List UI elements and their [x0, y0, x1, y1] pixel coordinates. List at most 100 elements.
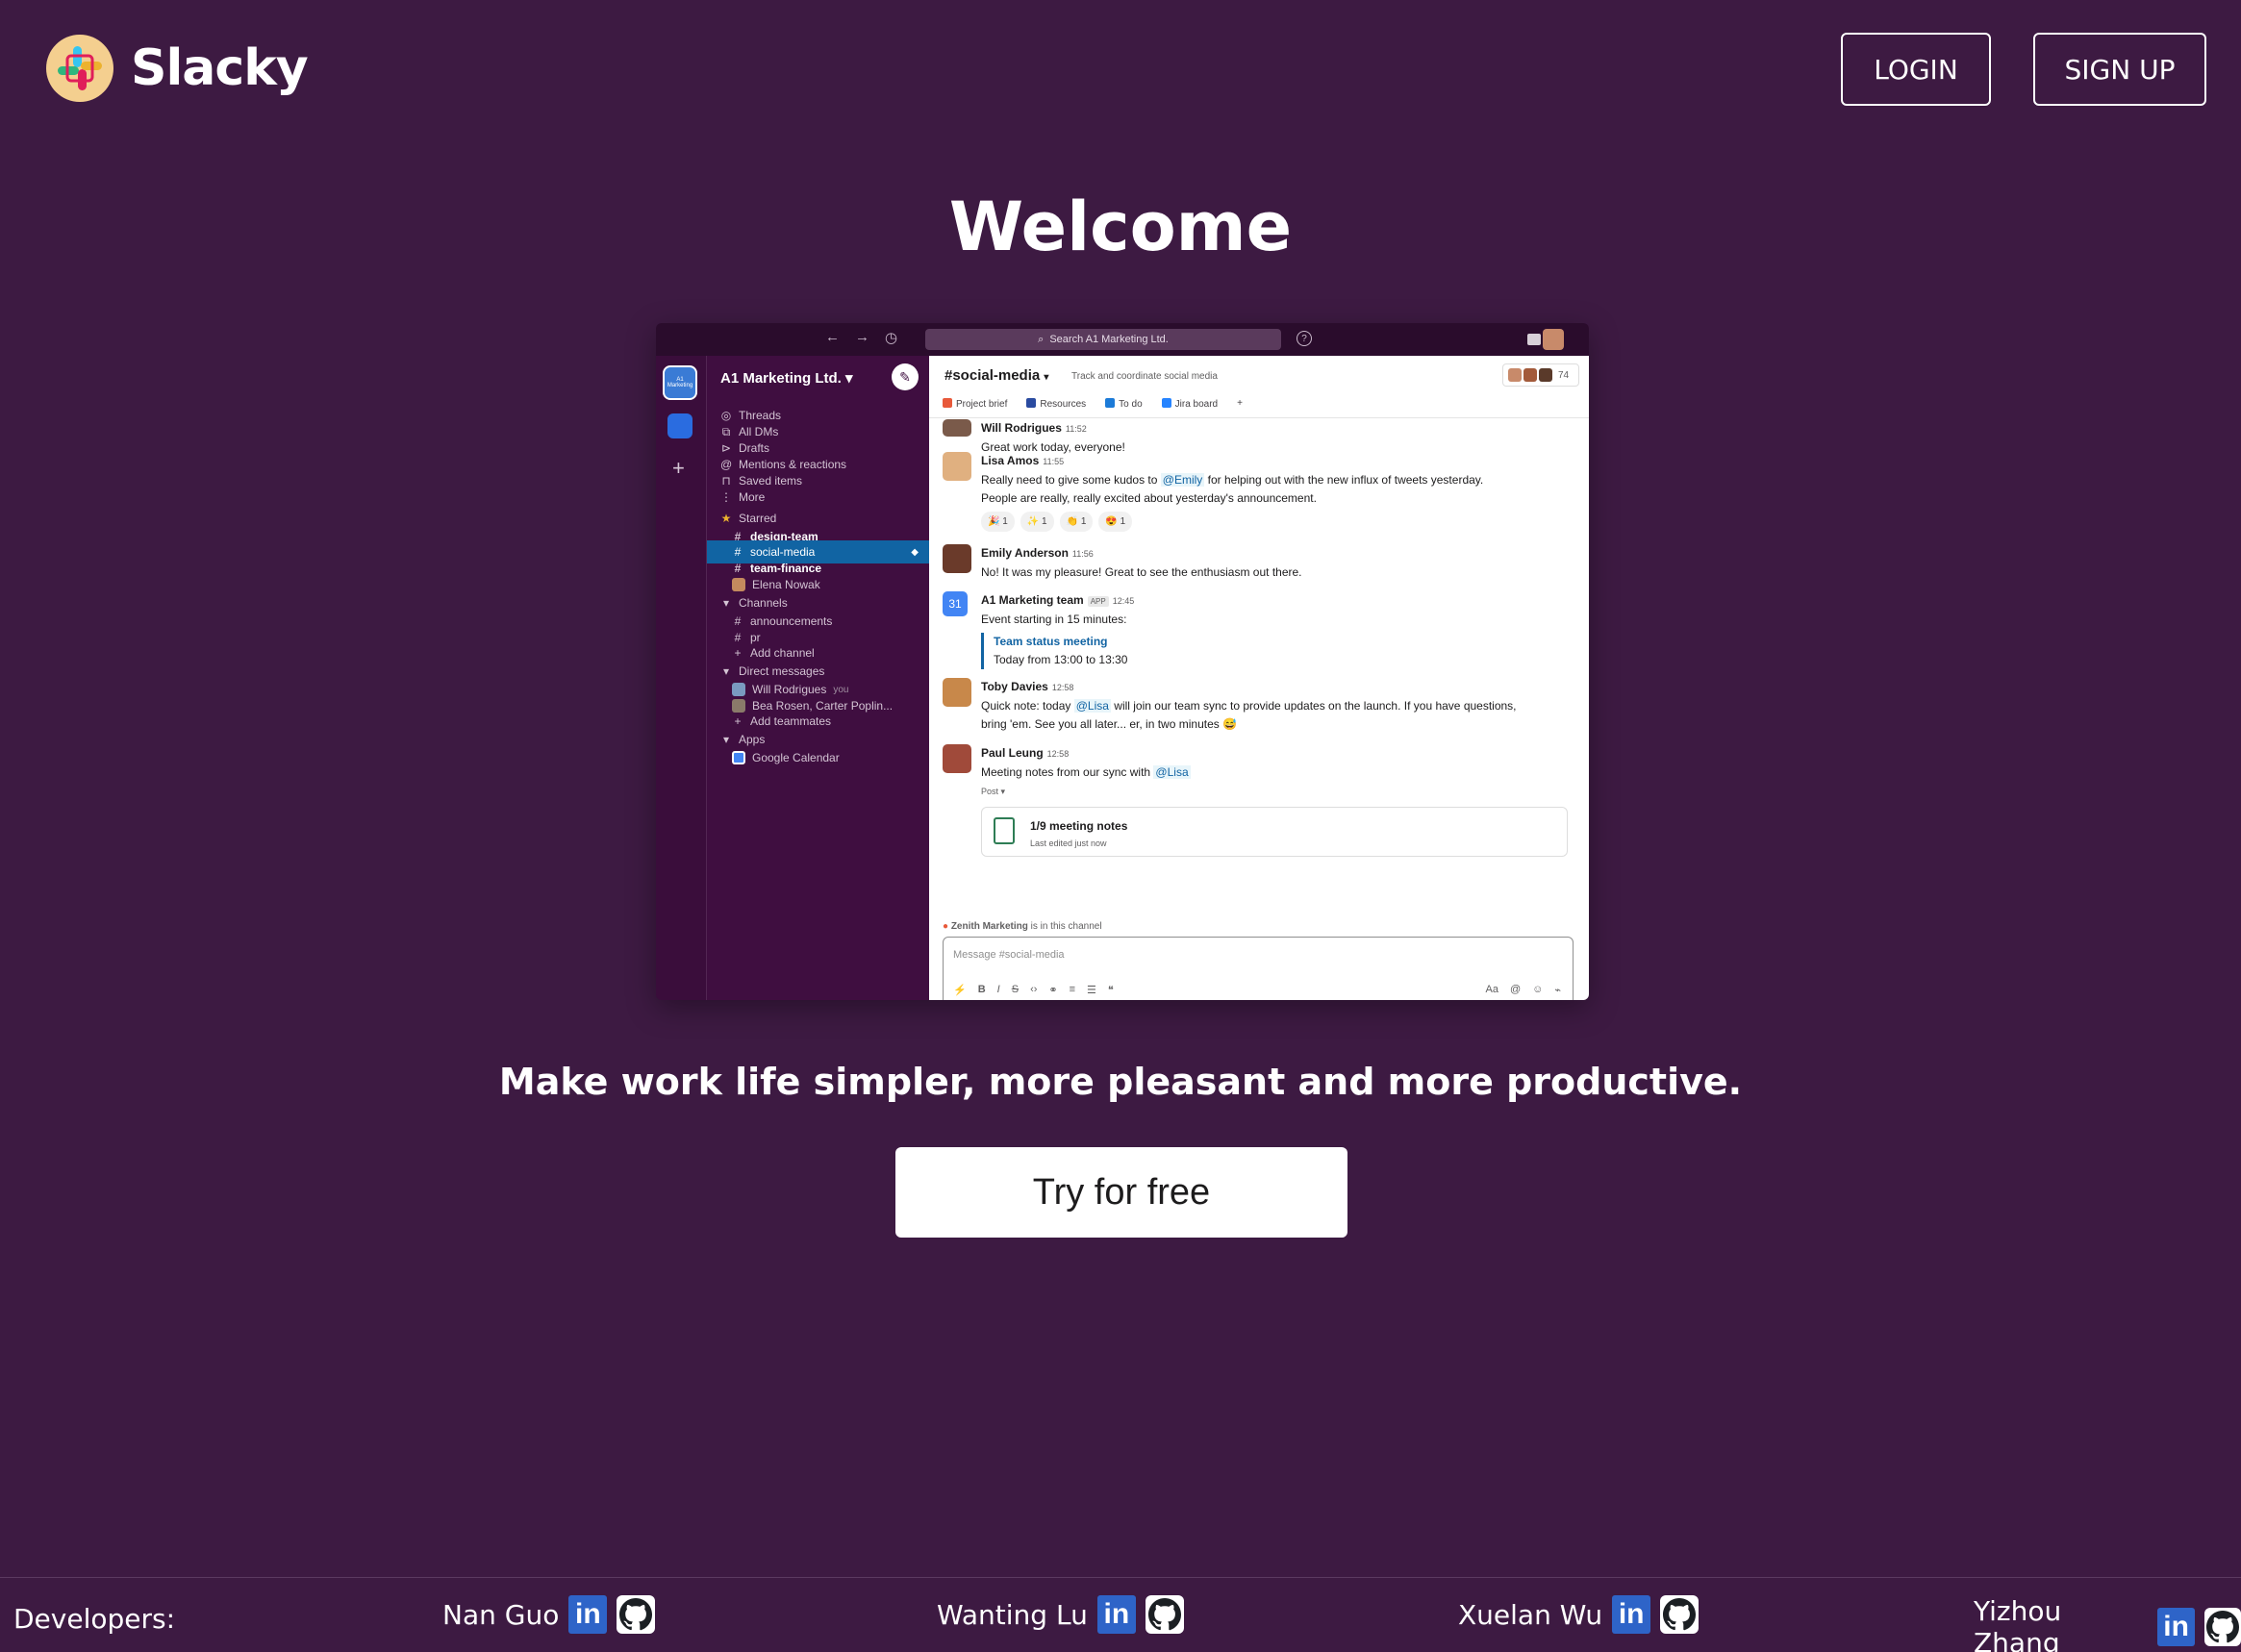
emoji-icon: ☺	[1532, 984, 1544, 995]
preview-search-bar: ⌕ Search A1 Marketing Ltd.	[925, 329, 1281, 350]
developer-entry: Yizhou Zhang in	[1974, 1595, 2241, 1652]
link-icon: ⚭	[1048, 985, 1058, 996]
avatar	[943, 744, 971, 773]
workspace-rail: A1 Marketing +	[656, 356, 706, 1000]
italic-icon: I	[996, 984, 1000, 995]
preview-channel-view: #social-media ▾ Track and coordinate soc…	[929, 356, 1589, 1000]
avatar	[732, 578, 745, 591]
app-preview-image: ← → ◷ ⌕ Search A1 Marketing Ltd. ? A1 Ma…	[656, 323, 1589, 1000]
tagline: Make work life simpler, more pleasant an…	[498, 1061, 1743, 1103]
bold-icon: B	[977, 984, 986, 995]
github-icon[interactable]	[2203, 1608, 2241, 1646]
reaction: 👏 1	[1059, 512, 1094, 532]
tab-resources: Resources	[1026, 398, 1086, 410]
plus-icon: +	[734, 714, 742, 728]
bullet-list-icon: ☰	[1087, 985, 1096, 996]
developer-entry: Xuelan Wu in	[1458, 1595, 1700, 1634]
huddle-icon: ◆	[911, 546, 919, 558]
linkedin-icon[interactable]: in	[568, 1595, 608, 1634]
member-count: 74	[1502, 363, 1579, 387]
caret-down-icon: ▾	[722, 733, 730, 746]
divider	[929, 417, 1589, 418]
strike-icon: S	[1011, 984, 1020, 995]
message-composer: Message #social-media ⚡ B I S ‹› ⚭ ≡ ☰ ❝ Aa @ ☺ ⌁	[943, 937, 1574, 1000]
canvas-icon	[943, 398, 952, 408]
tab-to-do: To do	[1105, 398, 1143, 410]
jira-icon	[1161, 398, 1171, 408]
caret-down-icon: ▾	[722, 596, 730, 610]
trello-icon	[1105, 398, 1116, 408]
avatar	[943, 678, 971, 707]
preview-sidebar: A1 Marketing Ltd. ▾ ✎ ◎ Threads ⧉ All DMs …	[706, 356, 930, 1000]
help-icon: ?	[1297, 331, 1312, 346]
github-icon[interactable]	[1145, 1595, 1184, 1634]
folder-icon	[1026, 398, 1037, 408]
github-icon[interactable]	[617, 1595, 656, 1634]
sidebar-app-google-calendar: Google Calendar	[707, 746, 930, 769]
tab-jira-board: Jira board	[1161, 398, 1218, 410]
linkedin-icon[interactable]: in	[2157, 1608, 2195, 1646]
avatar	[943, 452, 971, 481]
site-header: Slacky LOGIN SIGN UP	[0, 0, 2241, 144]
workspace-icon: A1 Marketing	[663, 365, 697, 400]
formatting-toolbar: ⚡ B I S ‹› ⚭ ≡ ☰ ❝	[953, 984, 1114, 996]
font-icon: Aa	[1485, 984, 1498, 995]
login-button[interactable]: LOGIN	[1841, 33, 1991, 106]
try-for-free-button[interactable]: Try for free	[895, 1147, 1347, 1238]
second-workspace-icon	[667, 413, 692, 438]
channel-description: Track and coordinate social media	[1071, 371, 1218, 382]
document-icon	[994, 817, 1015, 844]
in-channel-notice: ● Zenith Marketing is in this channel	[943, 921, 1102, 932]
event-card: Team status meeting Today from 13:00 to …	[981, 633, 1577, 669]
sidebar-item-more: ⋮ More	[720, 490, 766, 504]
workspace-name: A1 Marketing Ltd. ▾	[720, 370, 853, 387]
developer-entry: Wanting Lu in	[937, 1595, 1184, 1634]
more-icon: ⋮	[720, 490, 732, 504]
search-placeholder: Search A1 Marketing Ltd.	[1049, 334, 1169, 345]
developer-name: Nan Guo	[442, 1598, 560, 1631]
avatar	[1523, 368, 1537, 382]
signup-button[interactable]: SIGN UP	[2033, 33, 2206, 106]
preview-topbar: ← → ◷ ⌕ Search A1 Marketing Ltd. ?	[656, 323, 1589, 356]
plus-icon: +	[734, 646, 742, 660]
linkedin-icon[interactable]: in	[1612, 1595, 1651, 1634]
reaction: ✨ 1	[1020, 512, 1054, 532]
back-arrow-icon: ←	[825, 329, 840, 345]
logo[interactable]: Slacky	[46, 35, 309, 102]
ordered-list-icon: ≡	[1069, 984, 1076, 995]
reaction: 😍 1	[1098, 512, 1133, 532]
reactions: 🎉 1 ✨ 1 👏 1 😍 1	[981, 512, 1577, 532]
calendar-icon: 31	[943, 591, 968, 616]
code-icon: ‹›	[1030, 984, 1038, 995]
caret-down-icon: ▾	[722, 664, 730, 678]
add-tab-icon: +	[1237, 398, 1243, 409]
nav-arrows: ← → ◷	[825, 329, 897, 346]
tab-project-brief: Project brief	[943, 398, 1007, 410]
linkedin-icon[interactable]: in	[1096, 1595, 1136, 1634]
developer-name: Wanting Lu	[937, 1598, 1088, 1631]
at-icon: @	[1509, 984, 1522, 995]
developer-name: Xuelan Wu	[1458, 1598, 1603, 1631]
github-icon[interactable]	[1660, 1595, 1700, 1634]
attach-icon: ⌁	[1554, 985, 1561, 996]
status-icon	[1527, 334, 1541, 345]
compose-icon: ✎	[892, 363, 919, 390]
logo-text: Slacky	[131, 39, 309, 97]
search-icon: ⌕	[1038, 333, 1045, 345]
reaction: 🎉 1	[981, 512, 1015, 532]
slack-logo-icon	[46, 35, 113, 102]
developer-name: Yizhou Zhang	[1974, 1595, 2062, 1652]
shortcut-icon: ⚡	[953, 985, 967, 996]
history-icon: ◷	[885, 330, 898, 346]
site-footer: Developers: Nan Guo in Wanting Lu in Xue…	[0, 1577, 2241, 1652]
page-title: Welcome	[948, 188, 1293, 266]
star-icon: ★	[720, 512, 732, 525]
developer-entry: Nan Guo in	[442, 1595, 656, 1634]
avatar	[1508, 368, 1522, 382]
avatar	[1539, 368, 1552, 382]
add-workspace-icon: +	[672, 456, 685, 480]
developers-label: Developers:	[13, 1603, 176, 1635]
channel-name: #social-media ▾	[944, 367, 1049, 384]
forward-arrow-icon: →	[855, 329, 869, 345]
avatar	[943, 544, 971, 573]
